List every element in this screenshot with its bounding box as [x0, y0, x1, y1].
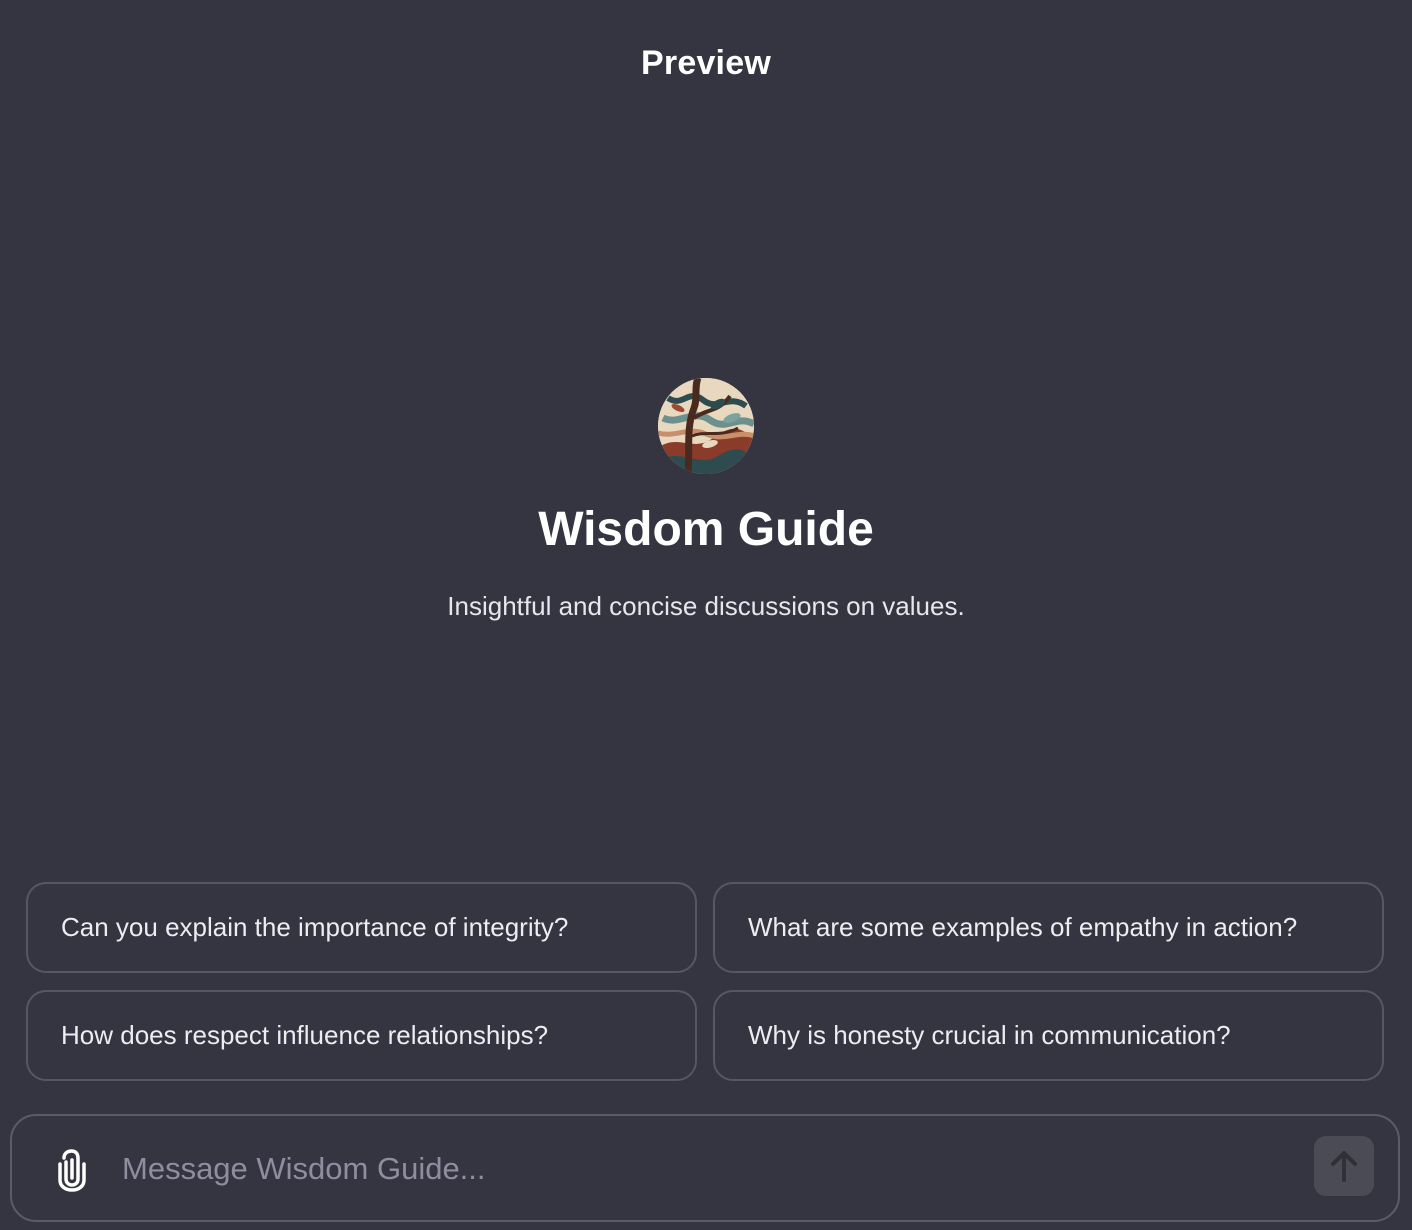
suggestion-grid: Can you explain the importance of integr…: [26, 882, 1384, 1081]
gpt-name: Wisdom Guide: [538, 503, 874, 556]
gpt-description: Insightful and concise discussions on va…: [447, 591, 965, 621]
suggestion-button[interactable]: Can you explain the importance of integr…: [26, 882, 697, 973]
suggestion-button[interactable]: How does respect influence relationships…: [26, 990, 697, 1081]
suggestion-button[interactable]: What are some examples of empathy in act…: [713, 882, 1384, 973]
page-title: Preview: [641, 44, 771, 82]
message-composer: [10, 1114, 1400, 1222]
abstract-tree-avatar-icon: [658, 378, 754, 474]
gpt-intro: Wisdom Guide Insightful and concise disc…: [0, 378, 1412, 622]
send-button[interactable]: [1314, 1136, 1374, 1196]
suggestion-button[interactable]: Why is honesty crucial in communication?: [713, 990, 1384, 1081]
attach-button[interactable]: [52, 1148, 92, 1192]
message-input[interactable]: [122, 1144, 1272, 1194]
gpt-avatar: [658, 378, 754, 474]
arrow-up-icon: [1331, 1151, 1357, 1182]
paperclip-icon: [58, 1149, 86, 1192]
